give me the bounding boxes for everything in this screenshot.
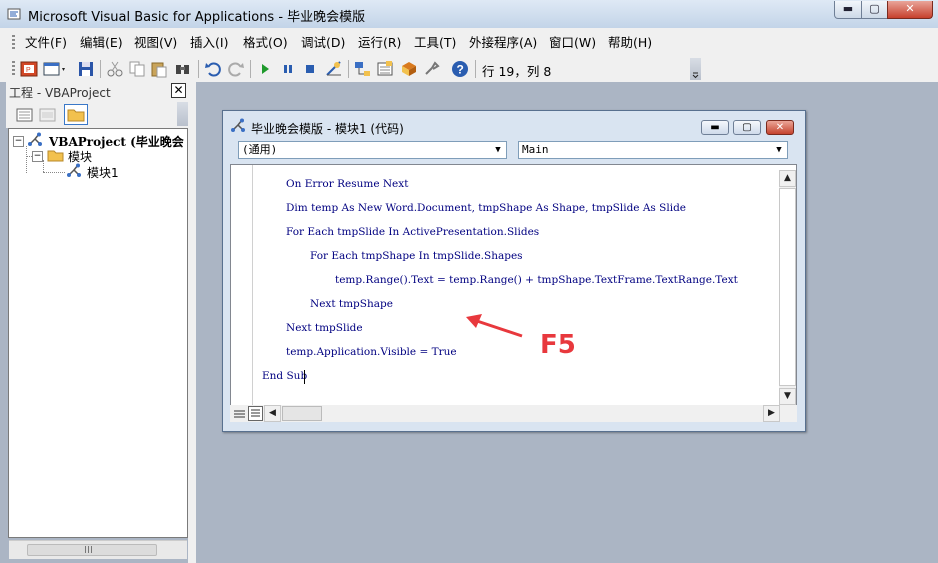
code-line[interactable]: temp.Range().Text = temp.Range() + tmpSh… bbox=[335, 274, 738, 286]
svg-text:P: P bbox=[26, 67, 31, 74]
toggle-folders-icon[interactable] bbox=[64, 104, 88, 125]
code-line[interactable]: On Error Resume Next bbox=[286, 178, 408, 190]
project-tree bbox=[8, 128, 188, 538]
toolbar-overflow-chevron[interactable] bbox=[690, 58, 701, 80]
procedure-view-icon[interactable] bbox=[232, 406, 247, 421]
paste-icon[interactable] bbox=[150, 60, 168, 78]
scroll-up-icon[interactable]: ▲ bbox=[779, 170, 796, 187]
tree-collapse-toggle[interactable]: − bbox=[32, 151, 43, 162]
code-line[interactable]: temp.Application.Visible = True bbox=[286, 346, 457, 358]
scroll-right-icon[interactable]: ▶ bbox=[763, 405, 780, 422]
project-explorer-icon[interactable] bbox=[353, 60, 371, 78]
code-line[interactable]: Next tmpSlide bbox=[286, 322, 363, 334]
menu-run[interactable]: 运行(R) bbox=[356, 34, 403, 52]
tree-connector bbox=[26, 146, 27, 173]
vba-app-icon bbox=[7, 8, 21, 20]
full-module-view-icon[interactable] bbox=[248, 406, 263, 421]
tree-connector bbox=[43, 160, 44, 172]
find-icon[interactable] bbox=[174, 60, 192, 78]
text-caret bbox=[304, 370, 305, 384]
menu-tools[interactable]: 工具(T) bbox=[412, 34, 458, 52]
folder-open-icon bbox=[47, 150, 64, 162]
code-window-minimize-button[interactable]: ▬ bbox=[701, 120, 729, 135]
tree-collapse-toggle[interactable]: − bbox=[13, 136, 24, 147]
pane-splitter[interactable] bbox=[188, 82, 196, 563]
annotation-label: F5 bbox=[540, 330, 576, 360]
code-window-restore-button[interactable]: ▢ bbox=[733, 120, 761, 135]
cut-icon[interactable] bbox=[106, 60, 124, 78]
insert-userform-icon[interactable] bbox=[43, 60, 67, 78]
code-margin-indicator-bar[interactable] bbox=[231, 165, 253, 405]
window-title: Microsoft Visual Basic for Applications … bbox=[28, 10, 366, 25]
menu-view[interactable]: 视图(V) bbox=[132, 34, 179, 52]
cursor-position-readout: 行 19，列 8 bbox=[482, 64, 552, 79]
menu-grip-handle[interactable] bbox=[12, 35, 15, 51]
project-pane-close-button[interactable]: ✕ bbox=[171, 83, 186, 98]
module-icon bbox=[67, 163, 81, 177]
properties-icon[interactable] bbox=[376, 60, 394, 78]
menu-edit[interactable]: 编辑(E) bbox=[78, 34, 125, 52]
view-powerpoint-icon[interactable]: P bbox=[20, 60, 38, 78]
procedure-combo[interactable]: Main ▼ bbox=[518, 141, 788, 159]
menu-help[interactable]: 帮助(H) bbox=[606, 34, 654, 52]
object-combo[interactable]: (通用) ▼ bbox=[238, 141, 507, 159]
object-browser-icon[interactable] bbox=[400, 60, 418, 78]
help-icon[interactable]: ? bbox=[451, 60, 469, 78]
scroll-thumb[interactable] bbox=[282, 406, 322, 421]
tree-item-module1[interactable]: 模块1 bbox=[87, 164, 119, 181]
code-line[interactable]: Dim temp As New Word.Document, tmpShape … bbox=[286, 202, 686, 214]
svg-text:?: ? bbox=[457, 63, 464, 77]
toolbox-icon[interactable] bbox=[423, 60, 441, 78]
code-window-close-button[interactable]: ✕ bbox=[766, 120, 794, 135]
menu-addins[interactable]: 外接程序(A) bbox=[467, 34, 539, 52]
code-line[interactable]: For Each tmpSlide In ActivePresentation.… bbox=[286, 226, 539, 238]
menu-window[interactable]: 窗口(W) bbox=[547, 34, 598, 52]
code-line[interactable]: Next tmpShape bbox=[310, 298, 393, 310]
menu-file[interactable]: 文件(F) bbox=[23, 34, 69, 52]
run-icon[interactable] bbox=[256, 60, 274, 78]
code-line[interactable]: End Sub bbox=[262, 370, 307, 382]
menu-debug[interactable]: 调试(D) bbox=[299, 34, 347, 52]
project-toolbar-overflow[interactable] bbox=[177, 102, 188, 126]
close-button[interactable]: ✕ bbox=[887, 1, 933, 19]
vbaproject-icon bbox=[28, 132, 42, 146]
code-window-title: 毕业晚会模版 - 模块1 (代码) bbox=[251, 122, 404, 136]
project-pane-title: 工程 - VBAProject bbox=[9, 86, 111, 100]
annotation-arrow-icon bbox=[466, 314, 523, 338]
project-horizontal-scrollbar[interactable] bbox=[9, 540, 187, 559]
minimize-button[interactable]: ▬ bbox=[834, 1, 862, 19]
save-icon[interactable] bbox=[77, 60, 95, 78]
view-code-icon[interactable] bbox=[16, 107, 34, 123]
module-code-icon bbox=[231, 118, 245, 132]
toolbar-separator bbox=[198, 60, 199, 78]
toolbar-separator bbox=[250, 60, 251, 78]
menu-format[interactable]: 格式(O) bbox=[241, 34, 290, 52]
undo-icon[interactable] bbox=[204, 60, 222, 78]
redo-icon[interactable] bbox=[227, 60, 245, 78]
scroll-left-icon[interactable]: ◀ bbox=[264, 405, 281, 422]
scroll-thumb[interactable] bbox=[779, 188, 796, 386]
maximize-button[interactable]: ▢ bbox=[861, 1, 888, 19]
tree-connector bbox=[43, 172, 65, 173]
scroll-thumb-grip bbox=[85, 546, 93, 553]
code-line[interactable]: For Each tmpShape In tmpSlide.Shapes bbox=[310, 250, 523, 262]
toolbar-separator bbox=[348, 60, 349, 78]
toolbar-grip-handle[interactable] bbox=[12, 61, 15, 77]
chevron-down-icon[interactable]: ▼ bbox=[490, 142, 506, 158]
procedure-combo-value: Main bbox=[522, 143, 549, 156]
toolbar-separator bbox=[100, 60, 101, 78]
menu-insert[interactable]: 插入(I) bbox=[188, 34, 230, 52]
toolbar-separator bbox=[475, 60, 476, 78]
break-icon[interactable] bbox=[279, 60, 297, 78]
design-mode-icon[interactable] bbox=[325, 60, 343, 78]
copy-icon[interactable] bbox=[128, 60, 146, 78]
scroll-down-icon[interactable]: ▼ bbox=[779, 388, 796, 405]
view-object-icon[interactable] bbox=[39, 107, 57, 123]
reset-icon[interactable] bbox=[301, 60, 319, 78]
object-combo-value: (通用) bbox=[242, 143, 278, 156]
chevron-down-icon[interactable]: ▼ bbox=[771, 142, 787, 158]
